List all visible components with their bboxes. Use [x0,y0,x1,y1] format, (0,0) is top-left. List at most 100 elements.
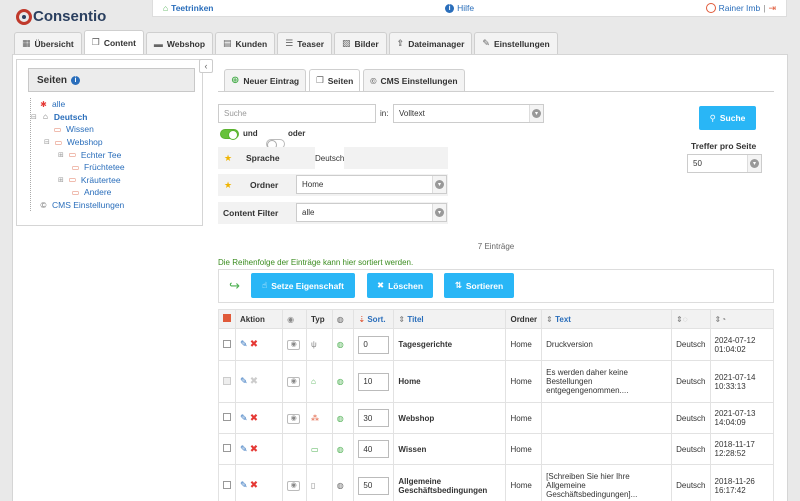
content-icon: ❐ [91,37,100,47]
row-folder: Home [505,360,543,403]
logout-icon[interactable]: ⇥ [768,3,776,14]
edit-icon[interactable]: ✎ [240,444,248,454]
sort-input[interactable]: 0 [358,335,390,354]
tab-bilder[interactable]: ▨ Bilder [334,32,387,54]
set-property-button[interactable]: ☝ Setze Eigenschaft [251,273,355,298]
col-ordner: Ordner [505,309,543,329]
edit-icon[interactable]: ✎ [240,413,248,423]
globe-icon: ◍ [336,377,344,386]
row-checkbox[interactable] [223,480,231,489]
row-lang: Deutsch [671,402,711,434]
tab-teaser[interactable]: ☰ Teaser [277,32,333,54]
collapse-icon[interactable]: ⊟ [31,113,37,121]
ordner-select[interactable]: Home ▾ [296,175,447,194]
user-menu[interactable]: Rainer Imb | ⇥ [705,3,776,14]
eye-icon[interactable]: ◉ [287,413,301,424]
tree-item-wissen[interactable]: ▭ Wissen [31,123,190,136]
col-comment[interactable]: ⇕◌ [671,309,711,329]
user-icon [705,3,716,13]
row-checkbox[interactable] [223,339,231,348]
eye-icon[interactable]: ◉ [287,340,301,350]
delete-icon[interactable]: ✖ [250,339,258,350]
delete-button[interactable]: ✖ Löschen [367,273,433,298]
home-icon: ⌂ [311,377,316,386]
tab-uebersicht[interactable]: ▦ Übersicht [14,32,82,54]
and-toggle[interactable] [220,129,239,140]
folder-icon: ▭ [68,175,77,185]
col-lang[interactable]: ◍ [331,309,355,329]
row-title[interactable]: Wissen [393,433,507,465]
select-all-cell[interactable] [218,309,236,329]
tree-item-deutsch[interactable]: ⊟ ⌂ Deutsch [31,111,190,124]
row-title[interactable]: Allgemeine Geschäftsbedingungen [393,464,507,501]
row-title[interactable]: Webshop [393,402,507,434]
tree-item-webshop[interactable]: ⊟ ▭ Webshop [31,136,190,149]
delete-icon[interactable]: ✖ [250,413,258,424]
expand-icon[interactable]: ⊞ [58,151,64,159]
info-icon[interactable]: i [71,75,81,85]
col-sort[interactable]: ⇣ Sort. [353,309,395,329]
help-link[interactable]: i Hilfe [445,3,474,13]
row-lang: Deutsch [671,360,711,403]
share-icon[interactable]: ↪ [229,278,240,294]
search-field-select[interactable]: Volltext ▾ [393,104,544,123]
tree-item-alle[interactable]: ✱ alle [31,98,190,111]
close-icon: ✖ [376,280,385,290]
tab-cms-einstellungen[interactable]: © CMS Einstellungen [363,69,465,91]
user-name[interactable]: Rainer Imb [719,3,761,13]
tab-webshop[interactable]: ▬ Webshop [145,32,214,54]
search-button[interactable]: ⚲ Suche [699,106,756,130]
delete-icon[interactable]: ✖ [250,444,258,455]
edit-icon[interactable]: ✎ [240,376,248,386]
tab-divider [218,91,774,92]
eye-icon[interactable]: ◉ [287,377,301,387]
tree-item-echter-tee[interactable]: ⊞ ▭ Echter Tee [31,148,190,161]
tab-einstellungen[interactable]: ✎ Einstellungen [474,32,558,54]
sidebar-header: Seiten i [28,68,195,92]
sort-button[interactable]: ⇅ Sortieren [444,273,514,298]
tab-dateimanager[interactable]: ⇪ Dateimanager [388,32,473,54]
per-page-select[interactable]: 50 ▾ [687,154,762,173]
row-datetime: 2024-07-12 01:04:02 [709,328,775,361]
row-lang: Deutsch [671,433,711,465]
col-titel[interactable]: ⇕ Titel [393,309,507,329]
row-title[interactable]: Tagesgerichte [393,328,507,361]
collapse-sidebar-button[interactable]: ‹ [199,59,213,73]
sort-input[interactable]: 40 [358,440,390,458]
folder-icon: ▭ [53,124,62,134]
home-icon: ⌂ [163,3,169,13]
sort-input[interactable]: 30 [358,409,390,427]
eye-icon[interactable]: ◉ [287,481,301,491]
info-icon: i [445,3,455,13]
sort-input[interactable]: 50 [358,476,390,495]
expand-icon[interactable]: ⊞ [58,176,64,184]
collapse-icon[interactable]: ⊟ [44,138,50,146]
tree-item-fruechtetee[interactable]: ▭ Früchtetee [31,161,190,174]
search-input[interactable]: Suche [218,104,376,123]
tree-item-andere[interactable]: ▭ Andere [31,186,190,199]
tab-neuer-eintrag[interactable]: ⊕ Neuer Eintrag [224,69,307,91]
row-checkbox[interactable] [223,444,231,452]
tab-seiten[interactable]: ❐ Seiten [309,69,361,91]
tab-content[interactable]: ❐ Content [83,30,144,54]
app-logo[interactable]: Consentio [16,8,106,25]
col-text[interactable]: ⇕ Text [541,309,673,329]
delete-icon[interactable]: ✖ [250,480,258,491]
edit-icon[interactable]: ✎ [240,339,248,349]
globe-icon: ◍ [336,314,344,324]
col-date[interactable]: ⇕◔ [709,309,775,329]
tree-item-cms-einstellungen[interactable]: © CMS Einstellungen [31,199,190,212]
truck-icon: ▬ [153,38,163,49]
sort-input[interactable]: 10 [358,372,390,391]
star-icon: ★ [223,179,233,190]
tree-item-kraeutertee[interactable]: ⊞ ▭ Kräutertee [31,174,190,187]
home-link[interactable]: ⌂ Teetrinken [163,3,214,13]
row-datetime: 2021-07-13 14:04:09 [709,402,775,434]
col-visible[interactable]: ◉ [282,309,307,329]
select-all-checkbox[interactable] [223,314,231,322]
edit-icon[interactable]: ✎ [240,480,248,490]
row-checkbox[interactable] [223,413,231,421]
row-title[interactable]: Home [393,360,507,403]
tab-kunden[interactable]: ▤ Kunden [215,32,276,54]
content-filter-select[interactable]: alle ▾ [296,203,447,222]
